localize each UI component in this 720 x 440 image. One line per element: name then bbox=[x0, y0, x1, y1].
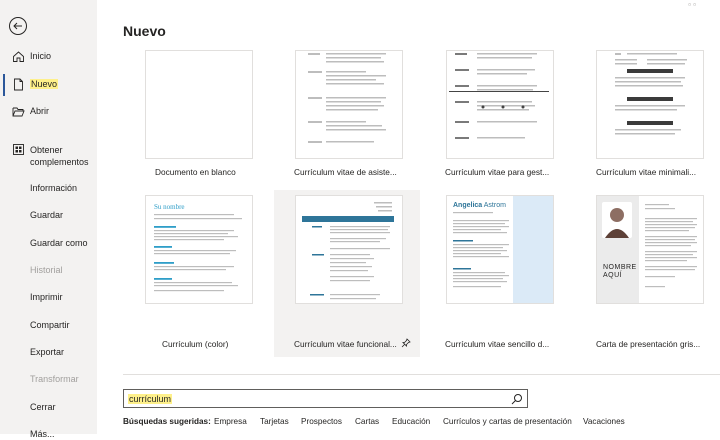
template-thumb-color[interactable]: Su nombre bbox=[145, 195, 253, 304]
nav-guardar[interactable]: Guardar bbox=[0, 209, 97, 221]
nav-obtener-line2: complementos bbox=[30, 157, 89, 167]
resume-preview-image bbox=[302, 202, 394, 300]
person-photo-icon bbox=[605, 208, 629, 238]
nav-guardar-label: Guardar bbox=[30, 210, 64, 220]
template-name-color[interactable]: Currículum (color) bbox=[162, 339, 228, 349]
nav-inicio[interactable]: Inicio bbox=[0, 50, 97, 64]
template-thumb-sencillo[interactable]: Angelica Astrom bbox=[446, 195, 554, 304]
template-thumb-carta-gris[interactable]: NOMBRE AQUÍ bbox=[596, 195, 704, 304]
template-name-carta-gris[interactable]: Carta de presentación gris... bbox=[596, 339, 700, 349]
suggested-search-prospectos[interactable]: Prospectos bbox=[301, 417, 342, 426]
folder-open-icon bbox=[12, 107, 25, 117]
nav-guardar-como[interactable]: Guardar como bbox=[0, 237, 97, 249]
nav-imprimir[interactable]: Imprimir bbox=[0, 291, 97, 303]
nav-mas[interactable]: Más... bbox=[0, 428, 97, 440]
cover-letter-name: NOMBRE AQUÍ bbox=[603, 264, 637, 280]
template-name-minimalista[interactable]: Currículum vitae minimali... bbox=[596, 167, 696, 177]
addins-icon bbox=[13, 144, 24, 155]
resume-sidebar-shading bbox=[513, 196, 553, 303]
nav-cerrar[interactable]: Cerrar bbox=[0, 401, 97, 413]
nav-informacion[interactable]: Información bbox=[0, 182, 97, 194]
template-name-funcional[interactable]: Currículum vitae funcional... bbox=[294, 339, 397, 349]
resume-preview-image bbox=[154, 214, 242, 292]
nav-transformar-label: Transformar bbox=[30, 374, 79, 384]
resume-preview-lastname: Astrom bbox=[483, 202, 506, 209]
template-thumb-gestion[interactable] bbox=[446, 50, 554, 159]
nav-historial-label: Historial bbox=[30, 265, 63, 275]
suggested-search-educacion[interactable]: Educación bbox=[392, 417, 430, 426]
template-search-input[interactable]: currículum bbox=[123, 389, 528, 408]
nav-nuevo[interactable]: Nuevo bbox=[0, 78, 97, 92]
nav-guardar-como-label: Guardar como bbox=[30, 238, 88, 248]
resume-preview-name: Angelica Astrom bbox=[453, 202, 506, 209]
pin-icon[interactable] bbox=[401, 338, 411, 348]
suggested-search-curriculos[interactable]: Currículos y cartas de presentación bbox=[443, 417, 572, 426]
nav-compartir-label: Compartir bbox=[30, 320, 70, 330]
template-name-asistente[interactable]: Currículum vitae de asiste... bbox=[294, 167, 397, 177]
home-icon bbox=[13, 51, 24, 62]
back-arrow-icon[interactable] bbox=[8, 16, 28, 36]
nav-inicio-label: Inicio bbox=[30, 51, 52, 61]
nav-abrir-label: Abrir bbox=[30, 106, 50, 116]
nav-nuevo-label: Nuevo bbox=[30, 79, 59, 89]
suggested-search-cartas[interactable]: Cartas bbox=[355, 417, 379, 426]
template-thumb-minimalista[interactable] bbox=[596, 50, 704, 159]
nav-exportar-label: Exportar bbox=[30, 347, 65, 357]
suggested-search-empresa[interactable]: Empresa bbox=[214, 417, 247, 426]
resume-preview-image bbox=[449, 53, 549, 139]
nav-imprimir-label: Imprimir bbox=[30, 292, 63, 302]
search-input-value[interactable]: currículum bbox=[128, 394, 173, 404]
backstage-sidebar: Inicio Nuevo Abrir Obtener complementos I… bbox=[0, 0, 97, 439]
template-thumb-blank[interactable] bbox=[145, 50, 253, 159]
nav-abrir[interactable]: Abrir bbox=[0, 105, 97, 119]
page-title: Nuevo bbox=[123, 23, 166, 39]
suggested-searches-label: Búsquedas sugeridas: bbox=[123, 417, 211, 426]
nav-obtener-complementos[interactable]: Obtener complementos bbox=[0, 143, 97, 167]
nav-historial: Historial bbox=[0, 264, 97, 276]
nav-transformar: Transformar bbox=[0, 373, 97, 385]
template-thumb-funcional[interactable] bbox=[295, 195, 403, 304]
template-name-blank[interactable]: Documento en blanco bbox=[155, 167, 236, 177]
resume-preview-name: Su nombre bbox=[154, 203, 185, 211]
template-name-sencillo[interactable]: Currículum vitae sencillo d... bbox=[445, 339, 549, 349]
nav-obtener-line1: Obtener bbox=[30, 145, 63, 155]
search-icon[interactable] bbox=[511, 393, 523, 405]
template-thumb-asistente[interactable] bbox=[295, 50, 403, 159]
nav-mas-label: Más... bbox=[30, 429, 55, 439]
cover-letter-name-line2: AQUÍ bbox=[603, 272, 623, 279]
new-file-icon bbox=[14, 78, 23, 91]
resume-preview-image bbox=[615, 53, 687, 135]
cover-letter-name-line1: NOMBRE bbox=[603, 264, 637, 271]
resume-preview-firstname: Angelica bbox=[453, 202, 483, 209]
nav-cerrar-label: Cerrar bbox=[30, 402, 56, 412]
cover-letter-photo bbox=[602, 202, 632, 238]
window-controls-partial: ▫ ▫ bbox=[688, 0, 696, 9]
suggested-search-vacaciones[interactable]: Vacaciones bbox=[583, 417, 625, 426]
nav-obtener-label: Obtener complementos bbox=[30, 144, 89, 168]
resume-preview-image bbox=[308, 53, 386, 143]
nav-informacion-label: Información bbox=[30, 183, 78, 193]
template-name-gestion[interactable]: Currículum vitae para gest... bbox=[445, 167, 549, 177]
nav-exportar[interactable]: Exportar bbox=[0, 346, 97, 358]
section-divider bbox=[123, 374, 720, 375]
nav-compartir[interactable]: Compartir bbox=[0, 319, 97, 331]
suggested-search-tarjetas[interactable]: Tarjetas bbox=[260, 417, 289, 426]
